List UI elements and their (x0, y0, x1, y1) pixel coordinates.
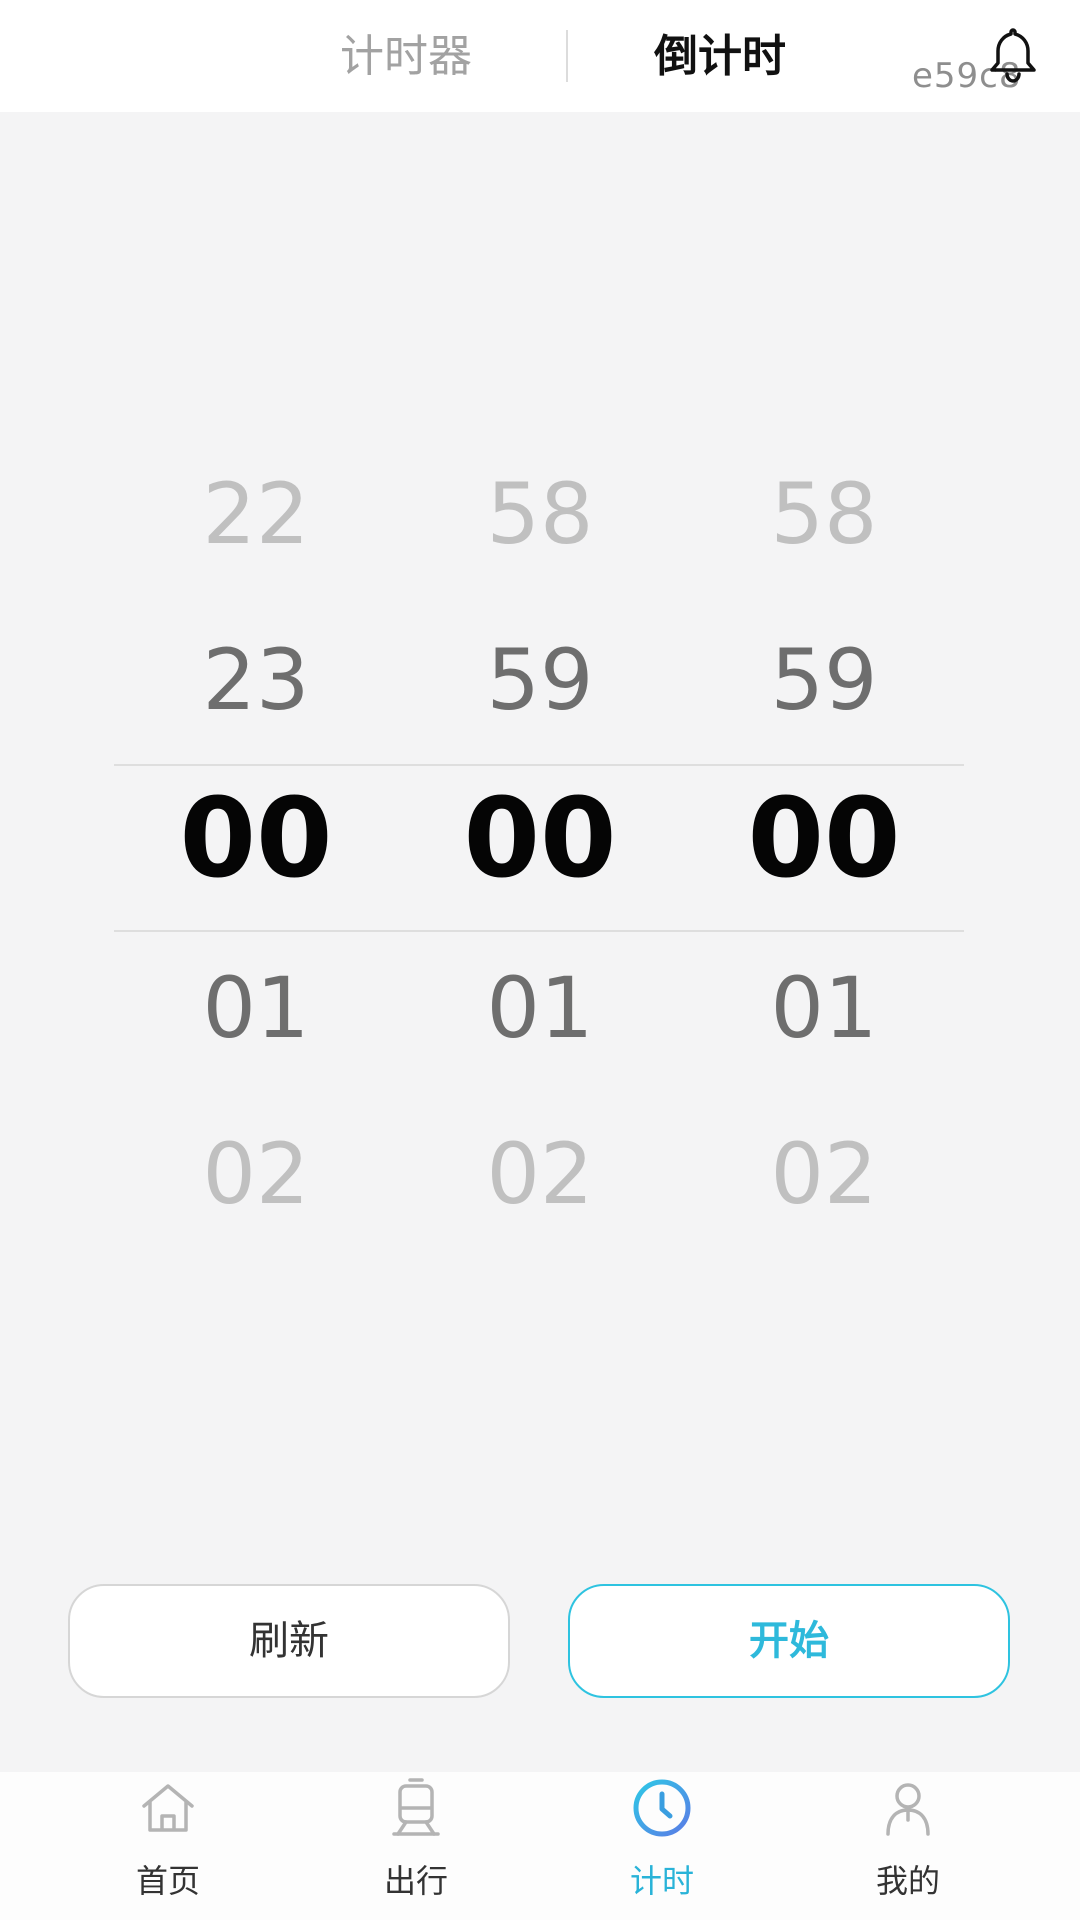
start-button[interactable]: 开始 (568, 1584, 1010, 1698)
profile-icon (886, 1783, 930, 1836)
picker-item[interactable]: 59 (682, 620, 966, 740)
bottom-nav: 首页 出行 计时 我的 (0, 1772, 1080, 1920)
nav-label-travel: 出行 (383, 1862, 448, 1900)
picker-item[interactable]: 23 (114, 620, 398, 740)
picker-item-selected[interactable]: 00 (682, 778, 966, 898)
hours-wheel[interactable]: 22 23 00 01 02 (114, 440, 398, 1280)
picker-item[interactable]: 58 (398, 454, 682, 574)
picker-item-selected[interactable]: 00 (114, 778, 398, 898)
picker-item[interactable]: 02 (398, 1114, 682, 1234)
picker-item[interactable]: 02 (114, 1114, 398, 1234)
picker-item[interactable]: 02 (682, 1114, 966, 1234)
picker-item-selected[interactable]: 00 (398, 778, 682, 898)
bell-icon[interactable] (982, 24, 1044, 86)
nav-item-travel[interactable]: 出行 (316, 1772, 516, 1920)
nav-label-home: 首页 (135, 1862, 200, 1900)
tab-countdown[interactable]: 倒计时 (654, 22, 786, 92)
refresh-button[interactable]: 刷新 (68, 1584, 510, 1698)
clock-icon (633, 1779, 691, 1837)
picker-item[interactable]: 59 (398, 620, 682, 740)
nav-item-timer[interactable]: 计时 (562, 1772, 762, 1920)
nav-item-home[interactable]: 首页 (68, 1772, 268, 1920)
picker-item[interactable]: 01 (398, 948, 682, 1068)
picker-item[interactable]: 22 (114, 454, 398, 574)
picker-item[interactable]: 01 (682, 948, 966, 1068)
train-icon (392, 1778, 440, 1836)
tab-timer[interactable]: 计时器 (340, 22, 472, 92)
picker-item[interactable]: 01 (114, 948, 398, 1068)
home-icon (142, 1784, 194, 1832)
nav-item-profile[interactable]: 我的 (808, 1772, 1008, 1920)
tab-divider (566, 30, 568, 82)
minutes-wheel[interactable]: 58 59 00 01 02 (398, 440, 682, 1280)
top-header: 计时器 倒计时 e59c8 (0, 0, 1080, 112)
nav-label-profile: 我的 (875, 1862, 940, 1900)
nav-label-timer: 计时 (629, 1862, 694, 1900)
time-picker: 22 23 00 01 02 58 59 00 01 02 58 59 00 0… (0, 440, 1080, 1280)
picker-item[interactable]: 58 (682, 454, 966, 574)
seconds-wheel[interactable]: 58 59 00 01 02 (682, 440, 966, 1280)
